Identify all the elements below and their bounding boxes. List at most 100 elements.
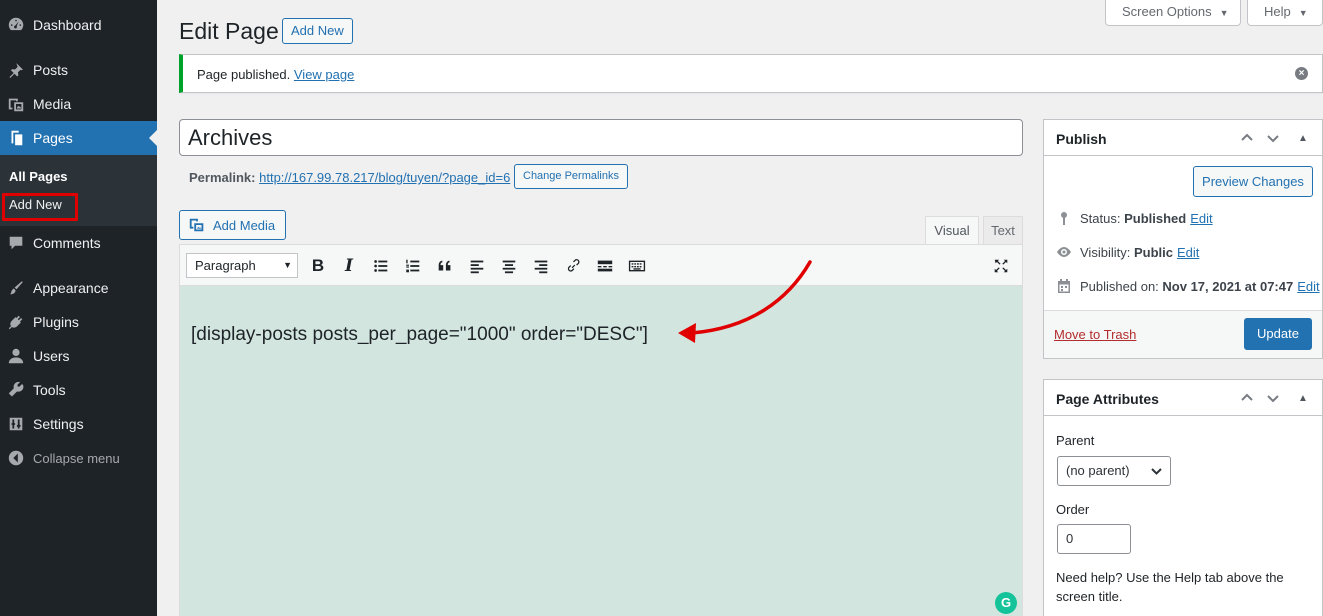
preview-changes-button[interactable]: Preview Changes xyxy=(1193,166,1313,197)
view-page-link[interactable]: View page xyxy=(294,67,354,82)
sidebar-item-label: Dashboard xyxy=(33,17,102,33)
page-attributes-header: Page Attributes ▲ xyxy=(1044,380,1322,416)
update-button[interactable]: Update xyxy=(1244,318,1312,350)
status-row: Status: Published Edit xyxy=(1056,210,1213,226)
move-up-icon[interactable] xyxy=(1236,127,1258,149)
editor-toolbar: Paragraph ▼ B I xyxy=(179,244,1023,286)
sidebar-item-label: Posts xyxy=(33,62,69,78)
editor-content-text: [display-posts posts_per_page="1000" ord… xyxy=(191,324,648,345)
media-icon xyxy=(189,218,204,232)
move-down-icon[interactable] xyxy=(1262,127,1284,149)
add-new-page-button[interactable]: Add New xyxy=(282,18,353,44)
tab-text[interactable]: Text xyxy=(983,216,1023,245)
eye-icon xyxy=(1057,247,1071,257)
toolbar-toggle-icon[interactable] xyxy=(626,255,648,277)
sidebar-item-label: Media xyxy=(33,96,72,112)
format-select-value: Paragraph xyxy=(195,258,256,273)
blockquote-icon[interactable] xyxy=(434,255,456,277)
sidebar-item-posts[interactable]: Posts xyxy=(0,53,157,87)
editor-content-area[interactable]: [display-posts posts_per_page="1000" ord… xyxy=(179,286,1023,616)
bullet-list-icon[interactable] xyxy=(370,255,392,277)
calendar-icon xyxy=(1058,279,1070,293)
sidebar-item-label: Appearance xyxy=(33,280,109,296)
settings-icon xyxy=(6,414,26,434)
sidebar-item-label: Settings xyxy=(33,416,84,432)
numbered-list-icon[interactable] xyxy=(402,255,424,277)
align-center-icon[interactable] xyxy=(498,255,520,277)
toggle-panel-icon[interactable]: ▲ xyxy=(1292,387,1314,409)
screen-options-tab[interactable]: Screen Options ▼ xyxy=(1105,0,1241,26)
caret-down-icon: ▼ xyxy=(1219,8,1229,18)
sidebar-item-comments[interactable]: Comments xyxy=(0,226,157,260)
dashboard-icon xyxy=(6,15,26,35)
caret-down-icon: ▼ xyxy=(283,260,292,270)
add-media-button[interactable]: Add Media xyxy=(179,210,287,240)
post-title-input[interactable]: Archives xyxy=(179,119,1023,156)
wrench-icon xyxy=(6,380,26,400)
published-label: Published on: xyxy=(1080,278,1159,294)
italic-icon[interactable]: I xyxy=(338,255,360,277)
publish-box-title: Publish xyxy=(1056,131,1107,147)
sidebar-item-dashboard[interactable]: Dashboard xyxy=(0,8,157,42)
permalink-row: Permalink: http://167.99.78.217/blog/tuy… xyxy=(189,170,510,185)
brush-icon xyxy=(6,278,26,298)
permalink-label: Permalink: xyxy=(189,170,256,185)
sidebar-item-label: Plugins xyxy=(33,314,79,330)
bold-icon[interactable]: B xyxy=(307,255,329,277)
attributes-help-text: Need help? Use the Help tab above the sc… xyxy=(1056,570,1284,604)
admin-sidebar: Dashboard Posts Media Pages All Pages Ad… xyxy=(0,0,157,616)
sidebar-item-media[interactable]: Media xyxy=(0,87,157,121)
link-icon[interactable] xyxy=(562,255,584,277)
annotation-highlight-box xyxy=(2,193,78,221)
edit-visibility-link[interactable]: Edit xyxy=(1177,245,1199,260)
order-input[interactable]: 0 xyxy=(1057,524,1131,554)
media-icon xyxy=(6,94,26,114)
edit-status-link[interactable]: Edit xyxy=(1190,211,1212,226)
sidebar-item-appearance[interactable]: Appearance xyxy=(0,271,157,305)
page-attributes-box: Page Attributes ▲ Parent (no parent) Ord… xyxy=(1043,379,1323,616)
sidebar-item-label: Users xyxy=(33,348,70,364)
read-more-icon[interactable] xyxy=(594,255,616,277)
permalink-url[interactable]: http://167.99.78.217/blog/tuyen/?page_id… xyxy=(259,170,510,185)
sidebar-item-tools[interactable]: Tools xyxy=(0,373,157,407)
sidebar-item-users[interactable]: Users xyxy=(0,339,157,373)
tab-visual[interactable]: Visual xyxy=(925,216,979,245)
collapse-menu-button[interactable]: Collapse menu xyxy=(0,441,157,475)
current-menu-arrow xyxy=(149,130,157,146)
align-right-icon[interactable] xyxy=(530,255,552,277)
comment-icon xyxy=(6,233,26,253)
sidebar-item-plugins[interactable]: Plugins xyxy=(0,305,157,339)
sidebar-item-pages[interactable]: Pages xyxy=(0,121,157,155)
status-value: Published xyxy=(1124,210,1187,226)
collapse-icon xyxy=(6,448,26,468)
submenu-all-pages[interactable]: All Pages xyxy=(9,169,68,184)
help-tab[interactable]: Help ▼ xyxy=(1247,0,1323,26)
publish-box-header: Publish ▲ xyxy=(1044,120,1322,156)
format-select[interactable]: Paragraph ▼ xyxy=(186,253,298,278)
dismiss-notice-icon[interactable]: × xyxy=(1295,67,1308,80)
grammarly-icon[interactable]: G xyxy=(995,592,1017,614)
fullscreen-icon[interactable] xyxy=(990,255,1012,277)
edit-date-link[interactable]: Edit xyxy=(1297,279,1319,294)
order-label: Order xyxy=(1056,502,1090,517)
sidebar-item-settings[interactable]: Settings xyxy=(0,407,157,441)
toggle-panel-icon[interactable]: ▲ xyxy=(1292,127,1314,149)
pin-icon xyxy=(1061,212,1067,225)
visibility-label: Visibility: xyxy=(1080,244,1131,260)
collapse-label: Collapse menu xyxy=(33,450,120,466)
align-left-icon[interactable] xyxy=(466,255,488,277)
pin-icon xyxy=(6,60,26,80)
parent-select[interactable]: (no parent) xyxy=(1057,456,1171,486)
sidebar-item-label: Tools xyxy=(33,382,66,398)
chevron-down-icon xyxy=(1151,468,1162,475)
move-to-trash-link[interactable]: Move to Trash xyxy=(1054,327,1136,342)
published-on-row: Published on: Nov 17, 2021 at 07:47 Edit xyxy=(1056,278,1320,294)
move-down-icon[interactable] xyxy=(1262,387,1284,409)
change-permalinks-button[interactable]: Change Permalinks xyxy=(514,164,628,189)
move-up-icon[interactable] xyxy=(1236,387,1258,409)
page-attributes-title: Page Attributes xyxy=(1056,391,1159,407)
pages-icon xyxy=(6,128,26,148)
notice-message: Page published. View page xyxy=(197,67,354,82)
visibility-row: Visibility: Public Edit xyxy=(1056,244,1199,260)
plugin-icon xyxy=(6,312,26,332)
